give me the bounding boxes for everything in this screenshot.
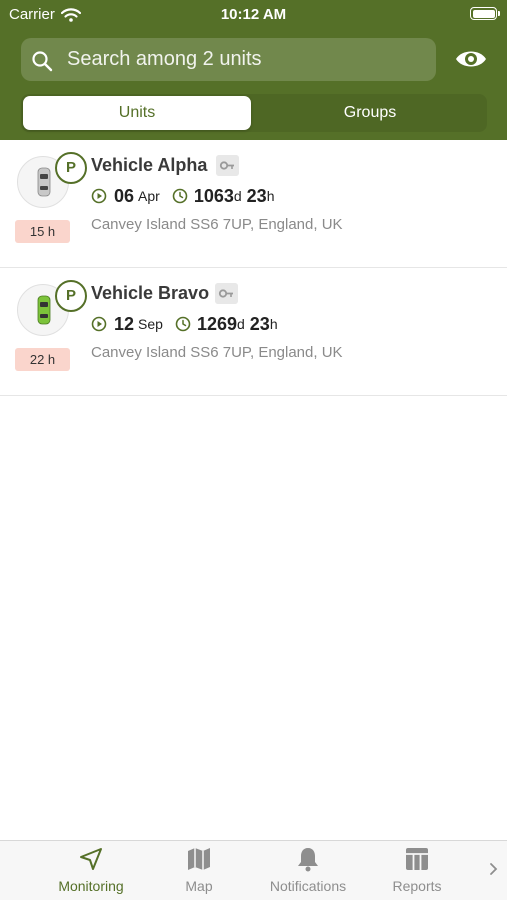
age-hours-unit: h <box>266 188 275 204</box>
unit-row[interactable]: P 15 h Vehicle Alpha 06 Apr 1063 d 23 h <box>0 140 507 268</box>
duration-badge: 15 h <box>15 220 70 243</box>
search-icon <box>32 51 53 72</box>
tab-monitoring[interactable]: Monitoring <box>45 845 137 894</box>
clock-icon <box>172 188 188 204</box>
unit-name: Vehicle Bravo <box>91 283 210 303</box>
segment-units[interactable]: Units <box>23 96 251 130</box>
tab-notifications-label: Notifications <box>269 878 347 894</box>
search-bar[interactable] <box>21 38 436 81</box>
car-icon <box>37 167 51 197</box>
parking-badge: P <box>55 280 87 312</box>
tab-reports[interactable]: Reports <box>371 845 463 894</box>
duration-badge: 22 h <box>15 348 70 371</box>
clock-icon <box>175 316 191 332</box>
battery-icon <box>470 7 500 20</box>
parking-badge: P <box>55 152 87 184</box>
bell-icon <box>298 848 318 872</box>
unit-row[interactable]: P 22 h Vehicle Bravo 12 Sep 1269 d 23 h <box>0 268 507 396</box>
last-message-day: 06 <box>114 185 135 206</box>
play-circle-icon <box>91 188 107 204</box>
key-icon <box>215 283 238 304</box>
play-circle-icon <box>91 316 107 332</box>
tab-map-label: Map <box>185 878 213 894</box>
age-days: 1269 <box>196 313 237 334</box>
tab-monitoring-label: Monitoring <box>58 878 124 894</box>
tab-notifications[interactable]: Notifications <box>262 845 354 894</box>
unit-meta: 12 Sep 1269 d 23 h <box>91 312 278 336</box>
unit-meta: 06 Apr 1063 d 23 h <box>91 184 275 208</box>
segment-groups[interactable]: Groups <box>256 96 484 130</box>
units-groups-segmented-control: Units Groups <box>21 94 487 132</box>
age-hours: 23 <box>249 313 270 334</box>
age-days-unit: d <box>233 188 242 204</box>
last-message-month: Apr <box>138 188 160 204</box>
navigation-arrow-icon <box>80 848 102 870</box>
units-list: P 15 h Vehicle Alpha 06 Apr 1063 d 23 h <box>0 140 507 396</box>
search-input[interactable] <box>67 38 427 81</box>
unit-name: Vehicle Alpha <box>91 155 208 175</box>
tab-bar: Monitoring Map Notifications Reports <box>0 840 507 900</box>
age-hours-unit: h <box>269 316 278 332</box>
header: Carrier 10:12 AM Units Groups <box>0 0 507 140</box>
eye-icon[interactable] <box>454 44 488 74</box>
age-days-unit: d <box>237 316 245 332</box>
key-icon <box>216 155 239 176</box>
status-time: 10:12 AM <box>220 6 287 23</box>
car-icon <box>37 295 51 325</box>
table-icon <box>406 848 428 870</box>
last-message-day: 12 <box>114 313 135 334</box>
tab-reports-label: Reports <box>392 878 442 894</box>
unit-address: Canvey Island SS6 7UP, England, UK <box>91 344 343 361</box>
chevron-right-icon[interactable] <box>488 859 500 879</box>
status-bar: Carrier 10:12 AM <box>0 0 507 28</box>
unit-address: Canvey Island SS6 7UP, England, UK <box>91 216 343 233</box>
last-message-month: Sep <box>138 316 163 332</box>
age-hours: 23 <box>246 185 267 206</box>
age-days: 1063 <box>193 185 234 206</box>
map-icon <box>188 848 210 870</box>
tab-map[interactable]: Map <box>153 845 245 894</box>
